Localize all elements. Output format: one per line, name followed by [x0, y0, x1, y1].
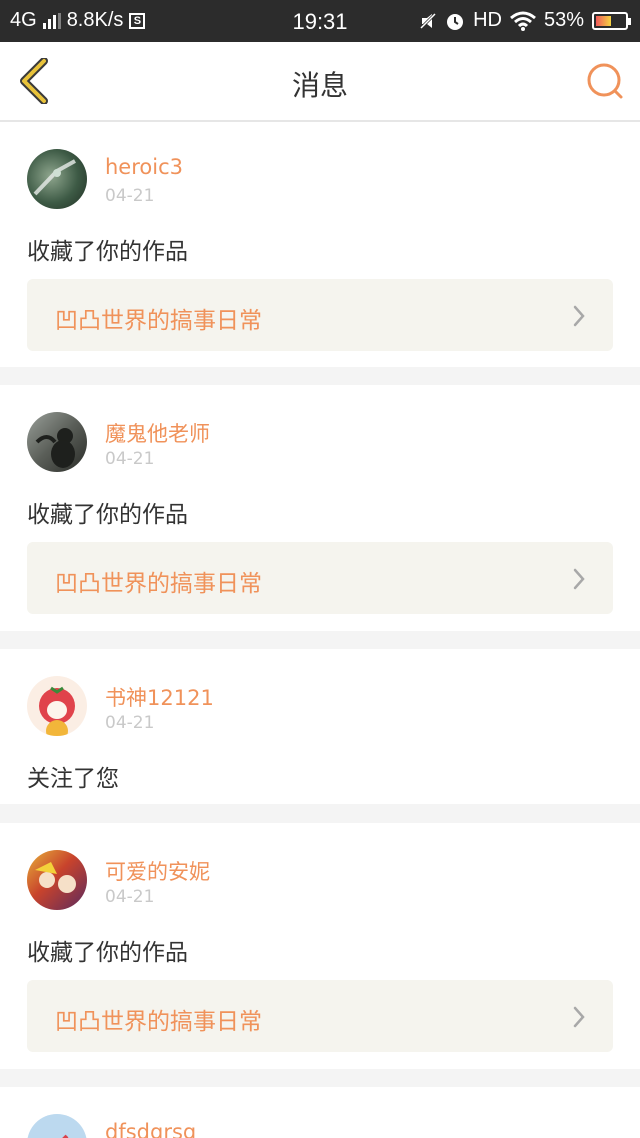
battery-icon	[592, 11, 631, 30]
avatar[interactable]	[27, 1114, 87, 1138]
message-card: 书神12121 04-21 关注了您	[0, 649, 640, 804]
avatar[interactable]	[27, 850, 87, 910]
work-link[interactable]: 凹凸世界的搞事日常	[27, 980, 613, 1052]
avatar[interactable]	[27, 412, 87, 472]
search-icon[interactable]	[586, 62, 624, 100]
work-link[interactable]: 凹凸世界的搞事日常	[27, 542, 613, 614]
avatar-image	[62, 1134, 69, 1138]
chevron-right-icon	[573, 1006, 585, 1028]
work-title: 凹凸世界的搞事日常	[55, 308, 262, 334]
message-date: 04-21	[105, 449, 155, 469]
app-header: 消息	[0, 42, 640, 122]
page-title: 消息	[291, 69, 348, 102]
message-action: 关注了您	[27, 766, 119, 792]
message-action: 收藏了你的作品	[27, 502, 188, 528]
username[interactable]: dfsdgrsg	[105, 1120, 196, 1138]
hd-indicator: HD	[473, 9, 502, 31]
work-title: 凹凸世界的搞事日常	[55, 571, 262, 597]
chevron-right-icon	[573, 305, 585, 327]
message-card: dfsdgrsg	[0, 1087, 640, 1138]
avatar[interactable]	[27, 676, 87, 736]
alarm-icon	[447, 13, 464, 30]
work-title: 凹凸世界的搞事日常	[55, 1009, 262, 1035]
battery-percent: 53%	[543, 9, 584, 31]
avatar-image	[35, 428, 75, 468]
message-date: 04-21	[105, 887, 155, 907]
username[interactable]: 书神12121	[105, 682, 214, 712]
username[interactable]: heroic3	[105, 155, 183, 179]
message-card: 魔鬼他老师 04-21 收藏了你的作品 凹凸世界的搞事日常	[0, 385, 640, 631]
message-date: 04-21	[105, 713, 155, 733]
status-bar: 4G 8.8K/s S 19:31 HD 53%	[0, 0, 640, 42]
battery-fill	[596, 15, 611, 26]
message-card: heroic3 04-21 收藏了你的作品 凹凸世界的搞事日常	[0, 122, 640, 367]
avatar[interactable]	[27, 149, 87, 209]
chevron-right-icon	[573, 568, 585, 590]
username[interactable]: 魔鬼他老师	[105, 418, 210, 448]
message-date: 04-21	[105, 186, 155, 206]
avatar-image	[33, 159, 76, 196]
work-link[interactable]: 凹凸世界的搞事日常	[27, 279, 613, 351]
status-right: HD 53%	[419, 9, 631, 32]
avatar-image	[35, 862, 76, 893]
message-action: 收藏了你的作品	[27, 940, 188, 966]
username[interactable]: 可爱的安妮	[105, 856, 210, 886]
message-card: 可爱的安妮 04-21 收藏了你的作品 凹凸世界的搞事日常	[0, 823, 640, 1069]
avatar-image	[39, 686, 75, 736]
message-action: 收藏了你的作品	[27, 239, 188, 265]
wifi-icon	[510, 11, 536, 31]
mute-icon	[420, 12, 437, 29]
